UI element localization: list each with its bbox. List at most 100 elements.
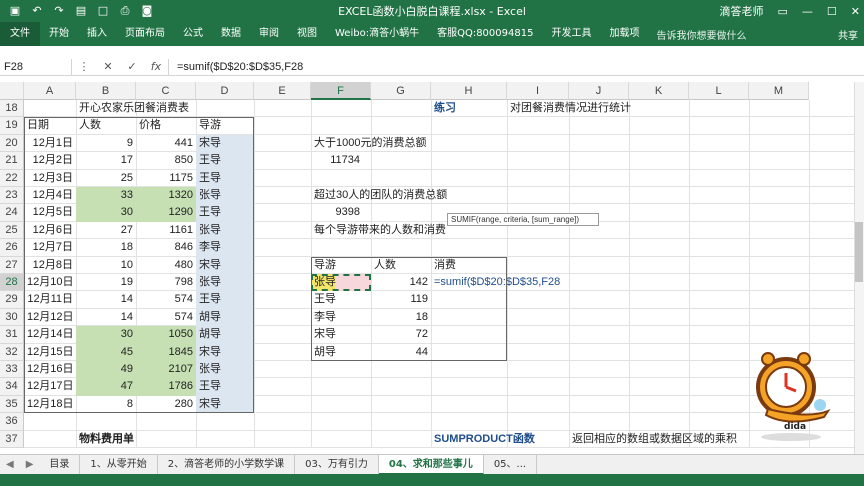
price-cell[interactable]: 441 bbox=[136, 135, 196, 152]
name-box[interactable]: F28 bbox=[0, 58, 72, 75]
column-header[interactable]: B bbox=[76, 82, 136, 100]
guide-cell[interactable]: 王导 bbox=[196, 204, 254, 222]
price-cell[interactable]: 574 bbox=[136, 291, 196, 308]
guide-cell[interactable]: 张导 bbox=[196, 187, 254, 205]
row-header[interactable]: 36 bbox=[0, 413, 24, 431]
price-cell[interactable]: 1845 bbox=[136, 343, 196, 361]
guide-cell[interactable]: 宋导 bbox=[196, 256, 254, 274]
row-header[interactable]: 34 bbox=[0, 378, 24, 396]
price-cell[interactable]: 850 bbox=[136, 152, 196, 169]
save-icon[interactable]: ▣ bbox=[8, 4, 22, 18]
guide-cell[interactable]: 胡导 bbox=[196, 308, 254, 327]
practice-desc[interactable]: 对团餐消费情况进行统计 bbox=[507, 100, 707, 117]
people-cell[interactable]: 19 bbox=[76, 274, 136, 291]
guide-cell[interactable]: 张导 bbox=[196, 361, 254, 379]
price-cell[interactable]: 846 bbox=[136, 239, 196, 256]
column-header[interactable]: G bbox=[371, 82, 431, 100]
ribbon-tab[interactable]: 审阅 bbox=[250, 22, 288, 46]
guide-cell[interactable]: 张导 bbox=[196, 221, 254, 240]
date-cell[interactable]: 12月14日 bbox=[24, 326, 76, 343]
ribbon-tab[interactable]: Weibo:滴答小蜗牛 bbox=[326, 22, 428, 46]
column-header[interactable]: L bbox=[689, 82, 749, 100]
row-header[interactable]: 31 bbox=[0, 326, 24, 344]
column-header[interactable]: F bbox=[311, 82, 371, 100]
price-cell[interactable]: 480 bbox=[136, 257, 196, 274]
date-cell[interactable]: 12月7日 bbox=[24, 239, 76, 256]
guide-name-cell[interactable]: 李导 bbox=[311, 309, 371, 326]
column-header[interactable]: K bbox=[629, 82, 689, 100]
date-cell[interactable]: 12月1日 bbox=[24, 135, 76, 152]
guide-count-cell[interactable]: 44 bbox=[371, 344, 431, 361]
sheet-tab[interactable]: 1、从零开始 bbox=[80, 454, 158, 475]
material-title[interactable]: 物料费用单 bbox=[76, 431, 196, 448]
people-cell[interactable]: 49 bbox=[76, 361, 136, 379]
price-cell[interactable]: 1161 bbox=[136, 222, 196, 239]
guide-cell[interactable]: 王导 bbox=[196, 152, 254, 170]
guide-cell[interactable]: 李导 bbox=[196, 239, 254, 257]
print-icon[interactable]: ⎙ bbox=[118, 4, 132, 18]
price-cell[interactable]: 1050 bbox=[136, 326, 196, 344]
people-cell[interactable]: 27 bbox=[76, 222, 136, 239]
ribbon-display-icon[interactable]: ▭ bbox=[778, 5, 788, 18]
sheet-tab[interactable]: 04、求和那些事儿 bbox=[378, 454, 484, 475]
question-1[interactable]: 大于1000元的消费总额 bbox=[311, 135, 491, 152]
row-header[interactable]: 30 bbox=[0, 308, 24, 327]
row-header[interactable]: 26 bbox=[0, 239, 24, 257]
tell-me-box[interactable]: 告诉我你想要做什么 bbox=[656, 27, 746, 42]
open-icon[interactable]: ▤ bbox=[74, 4, 88, 18]
guide-name-cell[interactable]: 张导 bbox=[311, 274, 371, 292]
minimize-icon[interactable]: — bbox=[802, 5, 813, 18]
worksheet-grid[interactable]: A B C D E F G H I J K L M 18 19 20 21 22 23 24 25 26 27 28 29 30 3… bbox=[0, 82, 864, 454]
people-cell[interactable]: 30 bbox=[76, 204, 136, 222]
guide-cell[interactable]: 王导 bbox=[196, 291, 254, 309]
sheet-tab[interactable]: 05、... bbox=[484, 454, 538, 475]
price-cell[interactable]: 1320 bbox=[136, 187, 196, 205]
row-header[interactable]: 19 bbox=[0, 117, 24, 135]
row-header[interactable]: 23 bbox=[0, 187, 24, 205]
row-header[interactable]: 20 bbox=[0, 134, 24, 153]
select-all-corner[interactable] bbox=[0, 82, 24, 100]
people-cell[interactable]: 9 bbox=[76, 135, 136, 152]
guide-count-cell[interactable]: 72 bbox=[371, 326, 431, 343]
column-header[interactable]: E bbox=[254, 82, 311, 100]
people-cell[interactable]: 14 bbox=[76, 309, 136, 326]
next-sheet-icon[interactable]: ▶ bbox=[20, 459, 40, 470]
enter-icon[interactable]: ✓ bbox=[120, 60, 144, 73]
date-cell[interactable]: 12月15日 bbox=[24, 344, 76, 361]
people-cell[interactable]: 14 bbox=[76, 291, 136, 308]
date-cell[interactable]: 12月10日 bbox=[24, 274, 76, 291]
row-header[interactable]: 22 bbox=[0, 169, 24, 187]
row-header[interactable]: 27 bbox=[0, 256, 24, 274]
date-cell[interactable]: 12月12日 bbox=[24, 309, 76, 326]
row-header[interactable]: 35 bbox=[0, 395, 24, 414]
people-cell[interactable]: 47 bbox=[76, 378, 136, 396]
people-cell[interactable]: 17 bbox=[76, 152, 136, 169]
people-cell[interactable]: 25 bbox=[76, 170, 136, 187]
guide-count-cell[interactable]: 119 bbox=[371, 291, 431, 308]
people-cell[interactable]: 30 bbox=[76, 326, 136, 344]
sumproduct-title[interactable]: SUMPRODUCT函数 bbox=[431, 431, 551, 448]
date-cell[interactable]: 12月18日 bbox=[24, 396, 76, 413]
ribbon-tab[interactable]: 开发工具 bbox=[542, 22, 600, 46]
practice-title[interactable]: 练习 bbox=[431, 100, 507, 117]
people-cell[interactable]: 33 bbox=[76, 187, 136, 205]
date-cell[interactable]: 12月5日 bbox=[24, 204, 76, 221]
sheet-tab[interactable]: 2、滴答老师的小学数学课 bbox=[158, 454, 296, 475]
price-cell[interactable]: 1786 bbox=[136, 378, 196, 396]
guide-cell[interactable]: 王导 bbox=[196, 169, 254, 187]
column-header[interactable]: I bbox=[507, 82, 569, 100]
guide-name-cell[interactable]: 王导 bbox=[311, 291, 371, 308]
guide-table-header[interactable]: 导游 bbox=[311, 257, 371, 274]
guide-cell[interactable]: 王导 bbox=[196, 378, 254, 396]
new-icon[interactable]: □ bbox=[96, 4, 110, 18]
cancel-icon[interactable]: ✕ bbox=[96, 60, 120, 73]
ribbon-tab[interactable]: 加载项 bbox=[600, 22, 648, 46]
date-cell[interactable]: 12月16日 bbox=[24, 361, 76, 378]
guide-cell[interactable]: 宋导 bbox=[196, 343, 254, 361]
ribbon-tab[interactable]: 视图 bbox=[288, 22, 326, 46]
sheet-tab[interactable]: 03、万有引力 bbox=[295, 454, 379, 475]
date-cell[interactable]: 12月6日 bbox=[24, 222, 76, 239]
guide-cell[interactable]: 宋导 bbox=[196, 395, 254, 414]
camera-icon[interactable]: ◙ bbox=[140, 4, 154, 18]
price-cell[interactable]: 798 bbox=[136, 274, 196, 291]
